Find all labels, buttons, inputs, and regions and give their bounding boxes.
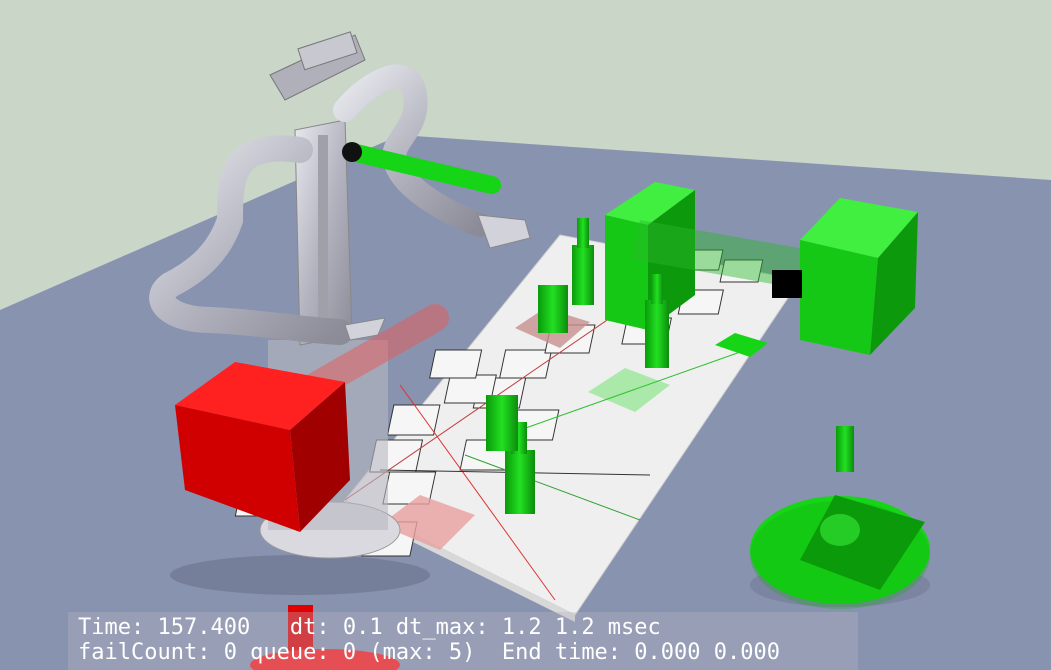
- green-disc-platform[interactable]: [750, 495, 930, 609]
- robot-shadow: [170, 555, 430, 595]
- green-block-small-2[interactable]: [486, 395, 518, 451]
- green-block-small-1[interactable]: [538, 285, 568, 333]
- status-overlay: Time: 157.400 dt: 0.1 dt_max: 1.2 1.2 ms…: [68, 612, 858, 670]
- queue-readout: failCount: 0 queue: 0 (max: 5) End time:…: [78, 640, 780, 665]
- marker-tag: [772, 270, 802, 298]
- green-post[interactable]: [836, 426, 854, 472]
- timing-readout: Time: 157.400 dt: 0.1 dt_max: 1.2 1.2 ms…: [78, 615, 661, 640]
- green-rod-cap: [342, 142, 362, 162]
- simulation-viewport[interactable]: [0, 0, 1051, 670]
- robot-column-rail: [318, 135, 328, 340]
